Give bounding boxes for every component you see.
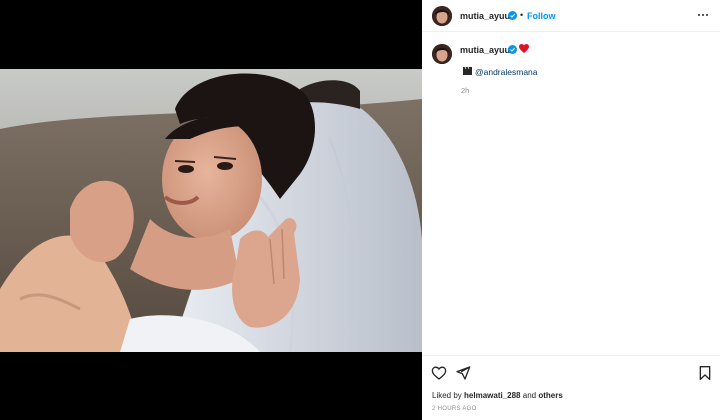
post-date: 2 HOURS AGO (432, 406, 477, 412)
paper-plane-icon[interactable] (455, 365, 471, 381)
caption-avatar[interactable] (432, 44, 452, 64)
author-username[interactable]: mutia_ayuu (460, 11, 510, 21)
liked-prefix: Liked by (432, 391, 462, 400)
verified-badge-icon (508, 45, 517, 54)
separator-dot: • (520, 10, 524, 20)
liked-and: and (522, 391, 537, 400)
heart-outline-icon[interactable] (431, 365, 447, 381)
likes-summary: Liked by helmawati_288 and others (432, 391, 563, 400)
follow-button[interactable]: Follow (527, 11, 556, 21)
bookmark-icon[interactable] (697, 365, 713, 381)
liked-user-link[interactable]: helmawati_288 (464, 391, 520, 400)
caption-timestamp: 2h (461, 86, 470, 95)
red-heart-icon (519, 44, 529, 53)
liked-others-link[interactable]: others (538, 391, 562, 400)
post-header: mutia_ayuu • Follow (422, 0, 720, 32)
author-avatar[interactable] (432, 6, 452, 26)
caption-username[interactable]: mutia_ayuu (460, 45, 510, 55)
post-actions: Liked by helmawati_288 and others 2 HOUR… (422, 355, 720, 420)
post-media-pane (0, 0, 422, 420)
post-photo[interactable] (0, 69, 422, 352)
clapper-board-icon (463, 67, 472, 75)
avatar-image (432, 6, 452, 26)
more-options-icon[interactable] (696, 9, 710, 21)
verified-badge-icon (508, 11, 517, 20)
caption-mention-link[interactable]: @andralesmana (475, 67, 538, 77)
avatar-image (432, 44, 452, 64)
post-details-panel: mutia_ayuu • Follow mutia_ayuu @andrales… (422, 0, 720, 420)
couple-photo-illustration (0, 69, 422, 352)
